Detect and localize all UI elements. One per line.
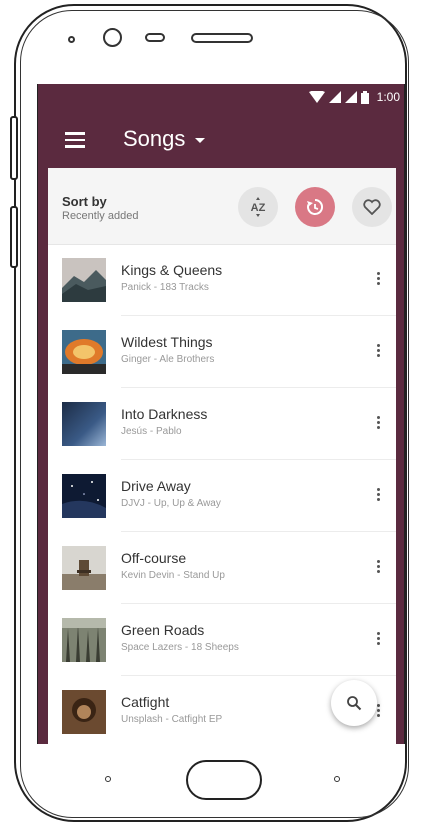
battery-icon (360, 90, 369, 104)
song-subtitle: Unsplash - Catfight EP (121, 714, 223, 725)
status-icons: 1:00 (308, 90, 400, 104)
list-item[interactable]: Green Roads Space Lazers - 18 Sheeps (48, 604, 396, 676)
sort-recent-button[interactable] (295, 187, 335, 227)
search-icon (347, 696, 362, 711)
signal-icon-2 (344, 91, 357, 103)
list-item[interactable]: Drive Away DJVJ - Up, Up & Away (48, 460, 396, 532)
more-vert-icon[interactable] (376, 488, 380, 504)
song-subtitle: Kevin Devin - Stand Up (121, 570, 225, 581)
list-item[interactable]: Wildest Things Ginger - Ale Brothers (48, 316, 396, 388)
song-title: Catfight (121, 694, 170, 710)
status-bar: 1:00 (38, 84, 404, 112)
more-vert-icon[interactable] (376, 416, 380, 432)
home-button[interactable] (186, 760, 262, 800)
power-button (10, 206, 18, 268)
history-icon (307, 198, 324, 215)
earpiece-speaker (191, 33, 253, 43)
song-subtitle: DJVJ - Up, Up & Away (121, 498, 221, 509)
list-item[interactable]: Into Darkness Jesús - Pablo (48, 388, 396, 460)
song-title: Green Roads (121, 622, 205, 638)
list-item[interactable]: Kings & Queens Panick - 183 Tracks (48, 244, 396, 316)
song-subtitle: Jesús - Pablo (121, 426, 182, 437)
sort-az-label: AZ (251, 202, 266, 214)
status-time: 1:00 (376, 90, 400, 104)
sort-az-icon: AZ (251, 197, 266, 217)
song-subtitle: Space Lazers - 18 Sheeps (121, 642, 239, 653)
chevron-down-icon[interactable] (195, 138, 205, 143)
album-art-catfight (62, 690, 106, 734)
song-subtitle: Ginger - Ale Brothers (121, 354, 215, 365)
page-title[interactable]: Songs (123, 126, 185, 152)
list-item[interactable]: Off-course Kevin Devin - Stand Up (48, 532, 396, 604)
sort-value: Recently added (62, 210, 139, 222)
heart-icon (363, 199, 381, 215)
front-camera (103, 28, 122, 47)
song-title: Kings & Queens (121, 262, 223, 278)
volume-button (10, 116, 18, 180)
song-title: Into Darkness (121, 406, 208, 422)
song-title: Drive Away (121, 478, 191, 494)
app-bar: Songs (38, 112, 404, 172)
songs-card: Sort by Recently added AZ Kings & Queens… (48, 168, 396, 744)
album-art-wildest-things (62, 330, 106, 374)
song-title: Wildest Things (121, 334, 213, 350)
sort-label: Sort by (62, 194, 107, 209)
more-vert-icon[interactable] (376, 272, 380, 288)
album-art-green-roads (62, 618, 106, 662)
more-vert-icon[interactable] (376, 560, 380, 576)
app-screen: 1:00 Songs Sort by Recently added AZ Kin… (37, 84, 405, 744)
album-art-into-darkness (62, 402, 106, 446)
search-fab[interactable] (331, 680, 377, 726)
more-vert-icon[interactable] (376, 632, 380, 648)
sort-alphabetical-button[interactable]: AZ (238, 187, 278, 227)
sort-favorites-button[interactable] (352, 187, 392, 227)
album-art-off-course (62, 546, 106, 590)
song-subtitle: Panick - 183 Tracks (121, 282, 209, 293)
sort-bar: Sort by Recently added AZ (48, 168, 396, 245)
recents-key[interactable] (334, 776, 340, 782)
album-art-kings-queens (62, 258, 106, 302)
more-vert-icon[interactable] (376, 344, 380, 360)
wifi-icon (308, 91, 325, 103)
album-art-drive-away (62, 474, 106, 518)
signal-icon (328, 91, 341, 103)
proximity-sensor (68, 36, 75, 43)
menu-icon[interactable] (65, 132, 85, 148)
light-sensor (145, 33, 165, 42)
song-title: Off-course (121, 550, 187, 566)
back-key[interactable] (105, 776, 111, 782)
